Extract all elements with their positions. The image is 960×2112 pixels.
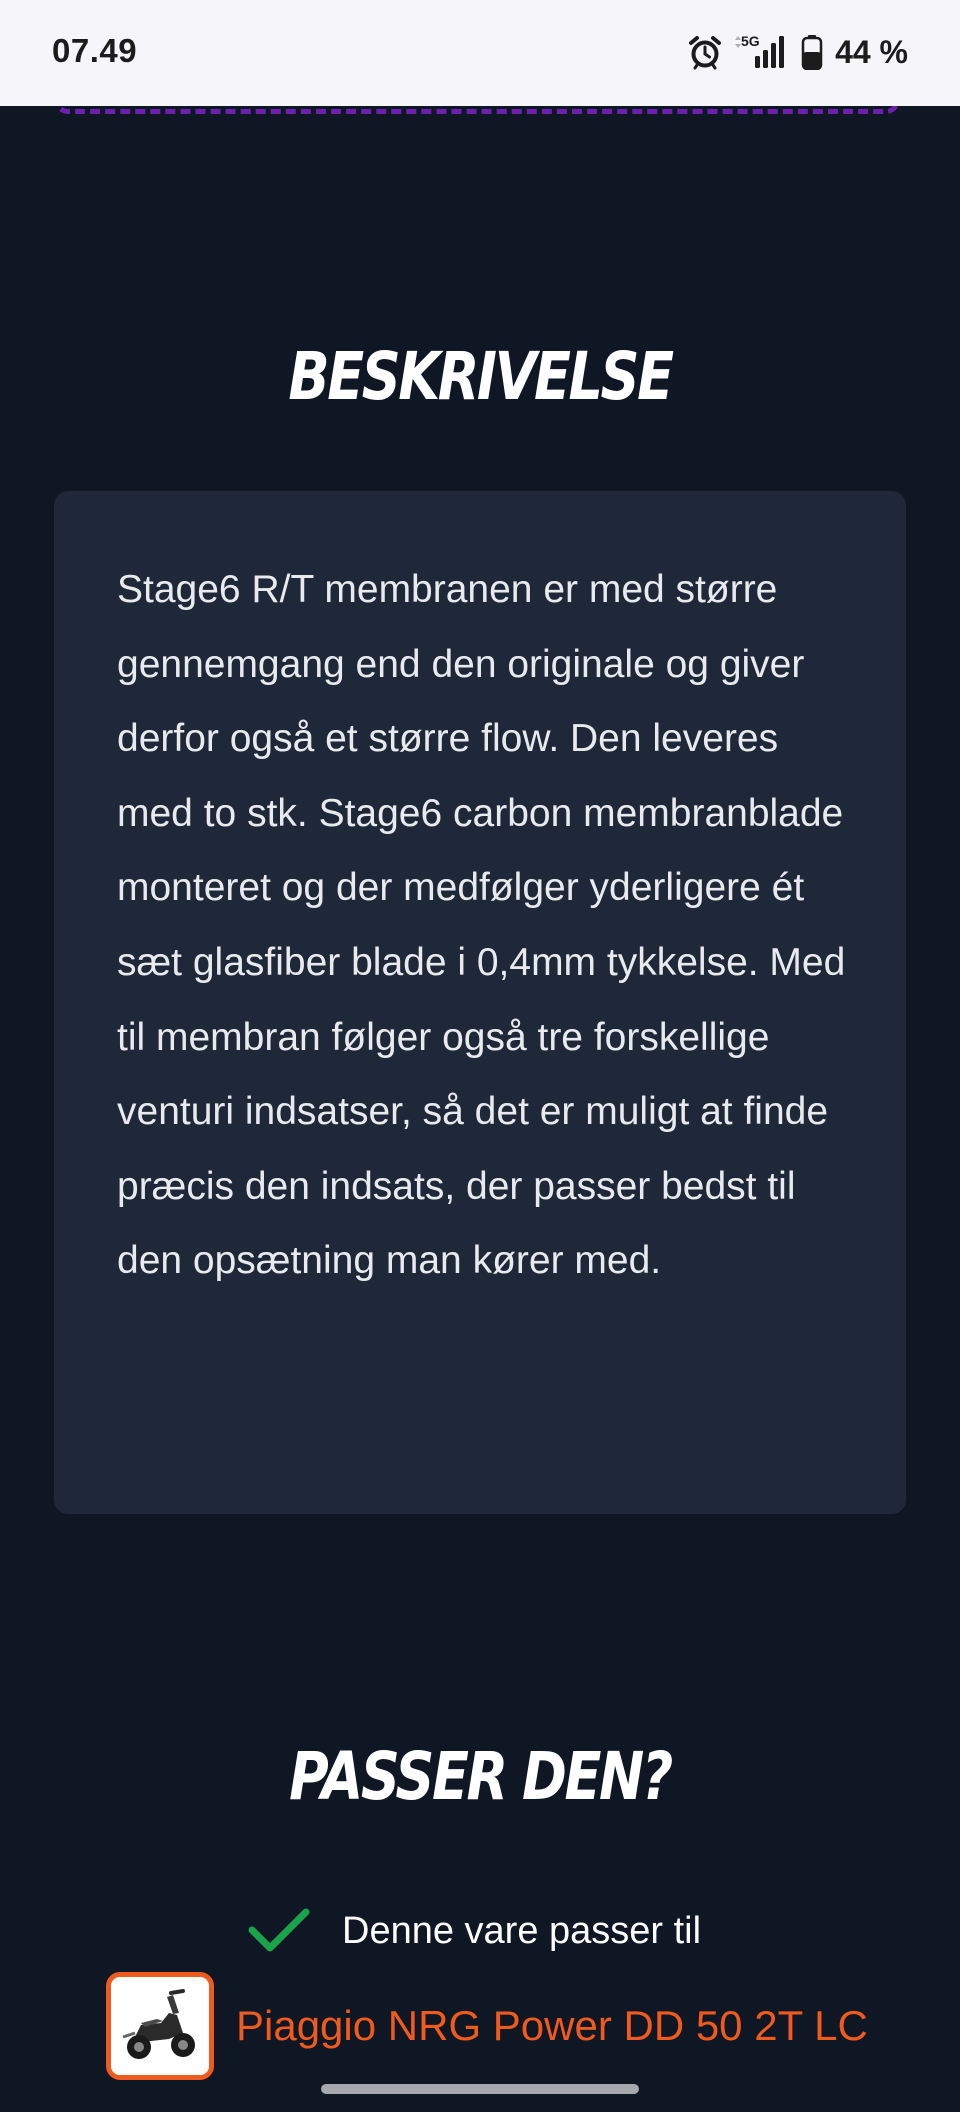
checkmark-icon <box>248 1908 310 1954</box>
fits-confirmation: Denne vare passer til <box>248 1904 701 1958</box>
battery-icon <box>801 34 823 70</box>
fitment-heading: PASSER DEN? <box>289 1738 673 1815</box>
signal-icon: 5G <box>733 32 791 72</box>
vehicle-link[interactable]: Piaggio NRG Power DD 50 2T LC <box>106 1972 868 2080</box>
description-text: Stage6 R/T membranen er med større genne… <box>117 568 846 1283</box>
description-card: Stage6 R/T membranen er med større genne… <box>54 491 906 1514</box>
scooter-icon <box>111 1977 209 2075</box>
scooter-thumbnail[interactable] <box>106 1972 214 2080</box>
fits-text: Denne vare passer til <box>342 1909 702 1952</box>
status-bar: 07.49 5G 44 % <box>0 0 960 106</box>
status-time: 07.49 <box>52 32 138 69</box>
battery-percentage: 44 % <box>835 33 908 70</box>
network-type-label: 5G <box>741 33 760 49</box>
description-heading: BESKRIVELSE <box>288 338 674 415</box>
alarm-icon <box>687 34 723 70</box>
vehicle-name-link[interactable]: Piaggio NRG Power DD 50 2T LC <box>236 2002 868 2050</box>
gesture-nav-handle[interactable] <box>321 2084 639 2094</box>
status-icons: 5G 44 % <box>687 30 908 74</box>
